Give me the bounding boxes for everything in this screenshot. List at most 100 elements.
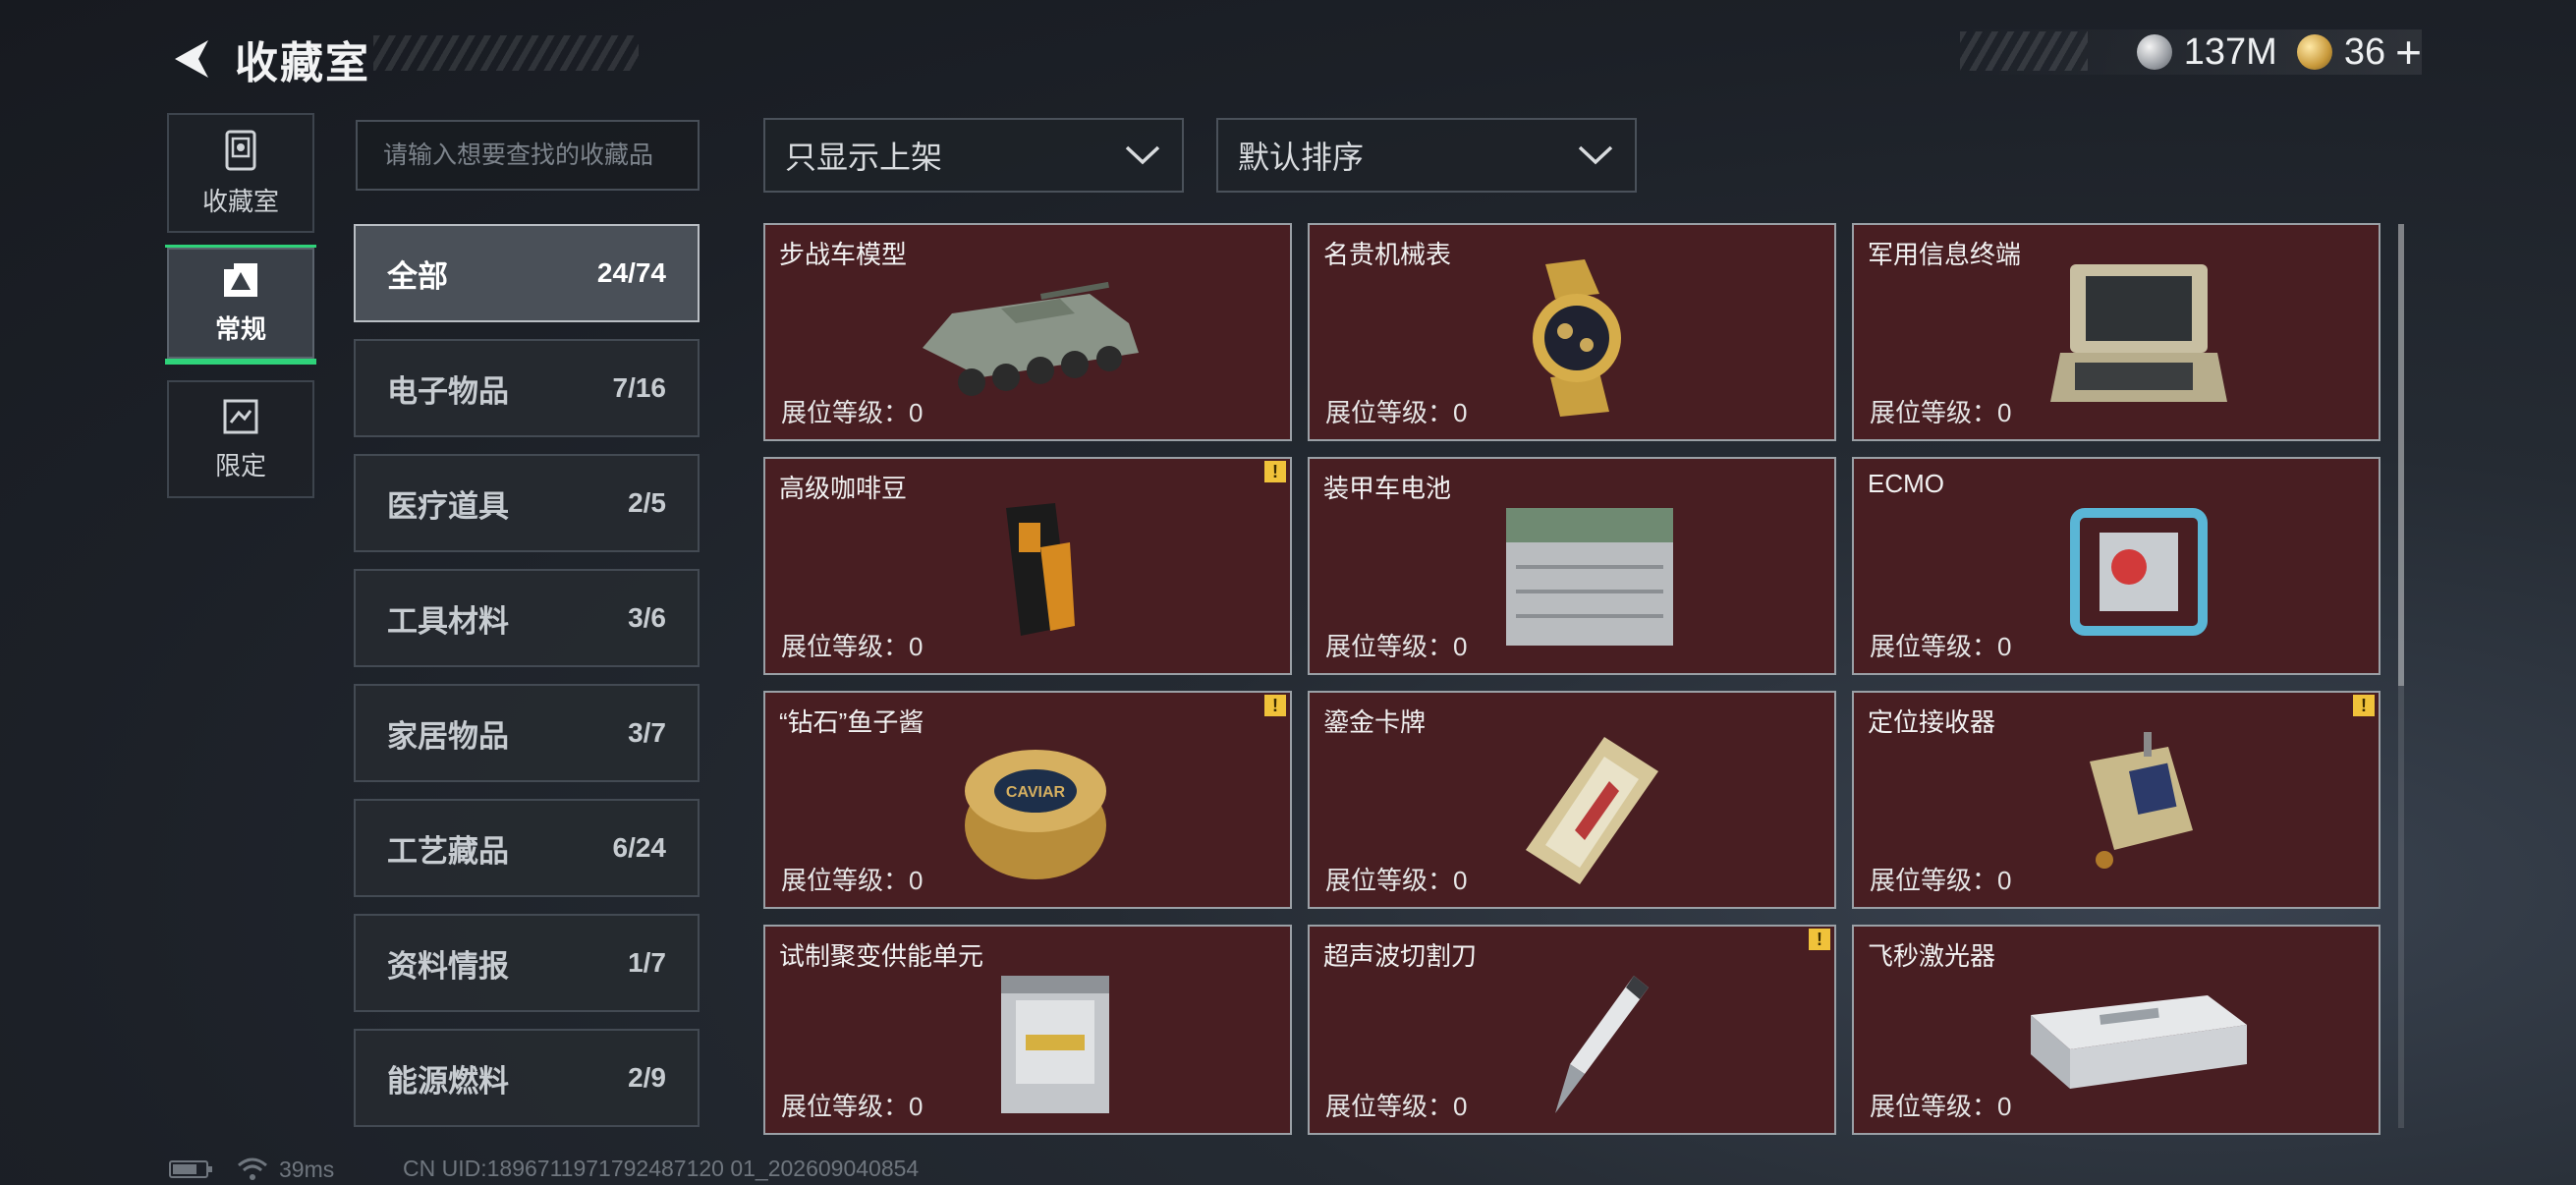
category-household[interactable]: 家居物品 3/7 [354,684,700,782]
item-card[interactable]: 名贵机械表 展位等级：0 [1308,223,1836,441]
status-bar: 39ms [169,1156,334,1183]
coffee-beans-icon [1006,503,1075,636]
item-card[interactable]: 鎏金卡牌 展位等级：0 [1308,691,1836,909]
item-card[interactable]: 超声波切割刀 ! 展位等级：0 [1308,925,1836,1135]
header: 收藏室 [162,29,370,88]
category-count: 24/74 [596,257,666,288]
category-intel[interactable]: 资料情报 1/7 [354,914,700,1012]
item-card[interactable]: 步战车模型 展位等级：0 [763,223,1292,441]
category-tools[interactable]: 工具材料 3/6 [354,569,700,667]
booth-level: 展位等级：0 [781,866,924,895]
category-count: 3/6 [628,602,666,633]
ifv-model-icon [923,281,1139,396]
item-name: 名贵机械表 [1323,240,1452,269]
armored-battery-icon [1506,508,1673,646]
item-card[interactable]: 定位接收器 ! 展位等级：0 [1852,691,2380,909]
gold-amount: 36 [2343,30,2386,73]
booth-level: 展位等级：0 [781,1092,924,1121]
category-name: 全部 [387,258,448,294]
wifi-icon [238,1157,267,1180]
booth-level: 展位等级：0 [781,632,924,661]
chevron-down-icon [1125,145,1160,165]
item-name: 装甲车电池 [1323,474,1452,503]
item-name: 定位接收器 [1868,707,1996,737]
gilded-card-icon [1526,737,1658,884]
category-name: 能源燃料 [387,1063,509,1099]
item-card[interactable]: 高级咖啡豆 ! 展位等级：0 [763,457,1292,675]
ping-text: 39ms [279,1156,335,1182]
caviar-label: CAVIAR [1006,784,1066,801]
search-input[interactable] [381,140,674,171]
item-name: 飞秒激光器 [1868,941,1996,971]
item-name: 鎏金卡牌 [1323,707,1427,737]
luxury-watch-icon [1533,259,1621,417]
title-decoration [373,35,639,71]
category-electronics[interactable]: 电子物品 7/16 [354,339,700,437]
ultrasonic-cutter-icon [1555,976,1649,1113]
item-name: 高级咖啡豆 [779,474,908,503]
booth-level: 展位等级：0 [1325,632,1468,661]
ecmo-icon [2070,508,2208,636]
new-badge-icon: ! [1264,461,1286,482]
nav-collection[interactable]: 收藏室 [167,113,314,233]
nav-label: 常规 [214,314,266,344]
category-name: 家居物品 [387,718,509,754]
collection-icon [225,130,256,170]
category-name: 资料情报 [387,948,509,984]
item-card[interactable]: ECMO 展位等级：0 [1852,457,2380,675]
back-arrow-icon [175,40,208,78]
booth-level: 展位等级：0 [1325,398,1468,427]
item-card[interactable]: “钻石”鱼子酱 ! CAVIAR 展位等级：0 [763,691,1292,909]
locator-receiver-icon [2090,732,2193,869]
booth-level: 展位等级：0 [781,398,924,427]
category-count: 6/24 [612,832,667,863]
booth-level: 展位等级：0 [1325,1092,1468,1121]
nav-label: 收藏室 [201,186,279,216]
category-energy[interactable]: 能源燃料 2/9 [354,1029,700,1127]
military-terminal-icon [2050,264,2227,402]
booth-level: 展位等级：0 [1870,1092,2012,1121]
silver-currency: 137M [2136,31,2277,74]
item-name: 步战车模型 [779,240,908,269]
display-filter-dropdown[interactable]: 只显示上架 [763,118,1184,193]
booth-level: 展位等级：0 [1870,398,2012,427]
item-card[interactable]: 飞秒激光器 展位等级：0 [1852,925,2380,1135]
category-count: 3/7 [628,717,666,748]
booth-level: 展位等级：0 [1870,632,2012,661]
regular-icon [224,263,257,297]
category-count: 2/5 [628,487,666,518]
category-name: 医疗道具 [387,488,509,524]
nav-active-indicator [165,359,316,365]
category-name: 工艺藏品 [387,833,509,869]
new-badge-icon: ! [1264,695,1286,716]
page-title: 收藏室 [235,39,370,87]
booth-level: 展位等级：0 [1325,866,1468,895]
search-box[interactable] [356,120,700,191]
item-card[interactable]: 试制聚变供能单元 展位等级：0 [763,925,1292,1135]
category-count: 1/7 [628,947,666,978]
display-filter-value: 只显示上架 [785,140,943,175]
booth-level: 展位等级：0 [1870,866,2012,895]
category-name: 电子物品 [387,373,509,409]
grid-scroll-thumb[interactable] [2398,224,2404,686]
add-currency-button[interactable]: + [2395,29,2422,75]
sort-dropdown[interactable]: 默认排序 [1216,118,1637,193]
nav-limited[interactable]: 限定 [167,380,314,498]
back-button[interactable] [162,29,221,88]
category-medical[interactable]: 医疗道具 2/5 [354,454,700,552]
chevron-down-icon [1578,145,1613,165]
caviar-tin-icon: CAVIAR [965,750,1106,879]
currency-bar: 137M 36 + [1960,29,2422,75]
sort-value: 默认排序 [1238,140,1365,175]
battery-icon [169,1160,212,1178]
fusion-unit-icon [1001,976,1109,1113]
category-count: 2/9 [628,1062,666,1093]
category-name: 工具材料 [387,603,509,639]
category-all[interactable]: 全部 24/74 [354,224,700,322]
item-card[interactable]: 军用信息终端 展位等级：0 [1852,223,2380,441]
new-badge-icon: ! [2353,695,2375,716]
gold-currency: 36 + [2296,29,2422,75]
item-card[interactable]: 装甲车电池 展位等级：0 [1308,457,1836,675]
category-crafts[interactable]: 工艺藏品 6/24 [354,799,700,897]
nav-regular[interactable]: 常规 [167,248,314,359]
